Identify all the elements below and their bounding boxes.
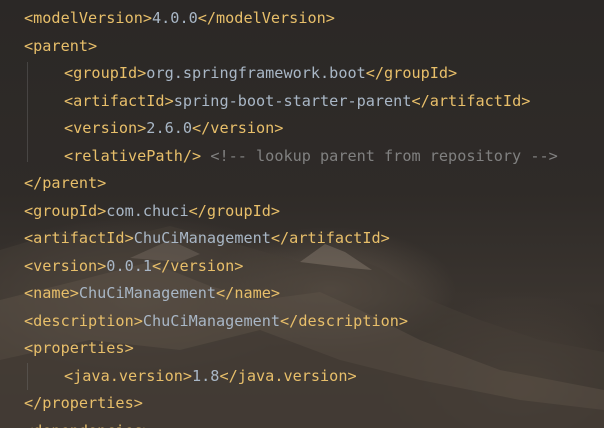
xml-tag: <relativePath/>	[64, 146, 202, 165]
xml-tag: </description>	[280, 311, 409, 330]
xml-tag: <artifactId>	[64, 91, 174, 110]
xml-tag: <modelVersion>	[24, 9, 153, 27]
xml-tag: <artifactId>	[24, 229, 134, 247]
code-line[interactable]: <name>ChuCiManagement</name>	[24, 280, 280, 307]
tag-value: 2.6.0	[146, 119, 193, 137]
tag-value: ChuCiManagement	[133, 229, 271, 247]
xml-tag: </modelVersion>	[197, 9, 335, 27]
xml-tag: <description>	[24, 311, 143, 330]
xml-tag: </name>	[216, 284, 281, 302]
xml-tag: </properties>	[24, 394, 143, 412]
code-line[interactable]: <relativePath/> <!-- lookup parent from …	[64, 143, 558, 170]
code-line[interactable]: <modelVersion>4.0.0</modelVersion>	[24, 5, 335, 32]
xml-tag: </groupId>	[365, 64, 458, 82]
code-line[interactable]: <groupId>com.chuci</groupId>	[24, 198, 280, 225]
code-line[interactable]: <java.version>1.8</java.version>	[64, 363, 357, 390]
tag-value: 1.8	[192, 366, 220, 385]
xml-tag: </artifactId>	[270, 229, 390, 247]
code-line[interactable]: <dependencies>	[24, 418, 152, 428]
xml-comment: <!-- lookup parent from repository -->	[210, 146, 558, 165]
code-line[interactable]: <version>2.6.0</version>	[64, 115, 283, 142]
tag-value	[201, 147, 210, 165]
indent-guide	[27, 62, 28, 162]
code-line[interactable]: <artifactId>spring-boot-starter-parent</…	[64, 88, 530, 115]
tag-value: ChuCiManagement	[142, 311, 281, 330]
xml-tag: <version>	[24, 256, 107, 275]
xml-tag: </parent>	[24, 174, 107, 192]
tag-value: spring-boot-starter-parent	[173, 91, 412, 110]
tag-value: 0.0.1	[106, 256, 153, 275]
xml-tag: <groupId>	[24, 201, 107, 220]
code-line[interactable]: </parent>	[24, 170, 106, 197]
xml-tag: </version>	[152, 256, 244, 275]
xml-tag: </groupId>	[188, 201, 281, 220]
xml-tag: <parent>	[24, 36, 98, 55]
tag-value: ChuCiManagement	[78, 284, 217, 302]
indent-guide	[27, 363, 28, 390]
tag-value: 4.0.0	[152, 9, 198, 27]
xml-tag: <groupId>	[64, 64, 147, 82]
xml-tag: <dependencies>	[24, 422, 152, 428]
code-editor[interactable]: <modelVersion>4.0.0</modelVersion> <paren…	[0, 0, 604, 428]
xml-tag: </java.version>	[219, 366, 357, 385]
xml-tag: <properties>	[24, 339, 134, 357]
xml-tag: </artifactId>	[411, 91, 531, 110]
code-line[interactable]: <description>ChuCiManagement</descriptio…	[24, 308, 408, 335]
code-line[interactable]: <parent>	[24, 33, 97, 60]
code-line[interactable]: <version>0.0.1</version>	[24, 253, 243, 280]
xml-tag: </version>	[192, 119, 284, 137]
code-line[interactable]: <artifactId>ChuCiManagement</artifactId>	[24, 225, 390, 252]
code-line[interactable]: <groupId>org.springframework.boot</group…	[64, 60, 457, 87]
code-line[interactable]: </properties>	[24, 390, 143, 417]
tag-value: org.springframework.boot	[146, 64, 366, 82]
xml-tag: <java.version>	[64, 366, 193, 385]
code-line[interactable]: <properties>	[24, 335, 134, 362]
xml-tag: <name>	[24, 284, 79, 302]
xml-tag: <version>	[64, 119, 147, 137]
tag-value: com.chuci	[106, 201, 189, 220]
